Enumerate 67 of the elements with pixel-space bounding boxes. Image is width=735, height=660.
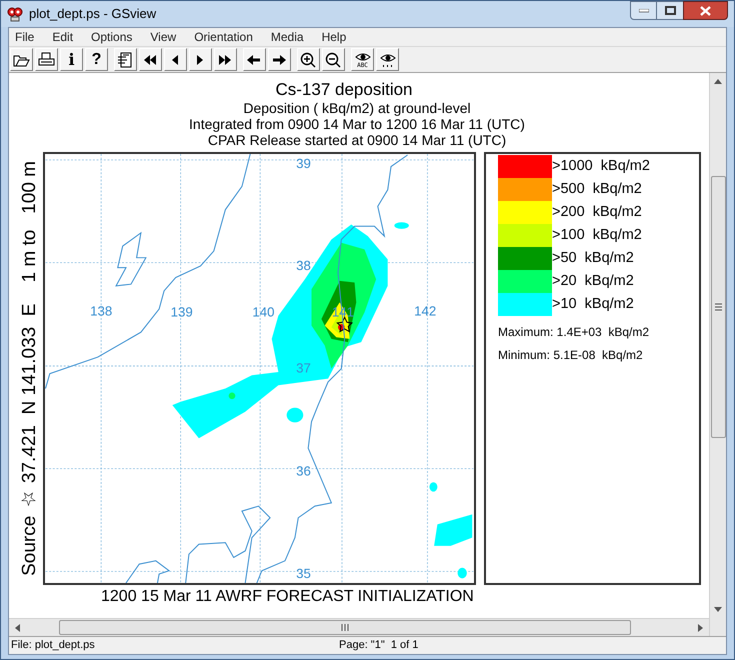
maximize-icon (664, 6, 676, 15)
eye-icon (379, 52, 396, 68)
legend-label: >10 kBq/m2 (552, 294, 634, 314)
grip-icon (714, 303, 722, 311)
legend-label: >1000 kBq/m2 (552, 156, 650, 176)
latitude-label: 36 (296, 463, 311, 478)
menu-item[interactable]: View (148, 28, 178, 46)
last-page-button[interactable] (214, 48, 237, 71)
plot-title: Cs-137 deposition (275, 80, 413, 100)
longitude-label: 138 (90, 303, 112, 318)
back-button[interactable] (243, 48, 266, 71)
printer-icon (38, 52, 55, 68)
menu-item[interactable]: Media (268, 28, 306, 46)
previous-page-button[interactable] (164, 48, 187, 71)
page-icon (117, 52, 134, 68)
maximize-button[interactable] (657, 1, 683, 20)
minimize-button[interactable] (630, 1, 657, 20)
open-button[interactable] (10, 48, 33, 71)
plot-subtitle: CPAR Release started at 0900 14 Mar 11 (UTC) (208, 132, 506, 148)
forward-button[interactable] (268, 48, 291, 71)
legend-label: >500 kBq/m2 (552, 180, 642, 199)
help-button[interactable]: ? (85, 48, 108, 71)
longitude-label: 140 (252, 304, 275, 320)
app-icon (7, 6, 23, 22)
latitude-label: 39 (296, 156, 311, 171)
status-page: Page: "1" 1 of 1 (339, 638, 418, 654)
latitude-label: 35 (296, 566, 311, 582)
menu-item[interactable]: Options (89, 28, 134, 46)
longitude-label: 142 (414, 303, 436, 318)
legend-label: >50 kBq/m2 (552, 248, 634, 268)
axis-label: Source ☆ 37.421 N 141.033 E 1 m to 100 m (19, 161, 41, 576)
menu-item[interactable]: Edit (50, 28, 76, 46)
first-page-button[interactable] (139, 48, 162, 71)
latitude-label: 38 (296, 258, 311, 273)
grip-icon (341, 624, 349, 631)
menu-item[interactable]: Help (320, 28, 348, 46)
plot-footer: 1200 15 Mar 11 AWRF FORECAST INITIALIZATION (101, 588, 474, 606)
menu-item[interactable]: File (13, 28, 36, 46)
minimize-icon (638, 8, 648, 12)
eye-icon (354, 50, 372, 62)
zoom-in-button[interactable] (297, 48, 320, 71)
legend-label: >200 kBq/m2 (552, 202, 642, 222)
latitude-label: 37 (296, 360, 311, 376)
legend-label: >100 kBq/m2 (552, 226, 642, 245)
legend-maximum: Maximum: 1.4E+03 kBq/m2 (498, 324, 650, 341)
zoom-in-icon (300, 52, 317, 68)
window-title: plot_dept.ps - GSview (29, 5, 156, 24)
zoom-out-icon (325, 52, 342, 68)
close-button[interactable] (683, 1, 728, 20)
page-button[interactable] (114, 48, 137, 71)
info-button[interactable]: i (60, 48, 83, 71)
longitude-label: 139 (170, 304, 193, 320)
plot-subtitle: Integrated from 0900 14 Mar to 1200 16 Mar 11 (UTC) (189, 116, 525, 132)
horizontal-scrollbar[interactable] (9, 618, 709, 636)
status-file: File: plot_dept.ps (11, 638, 96, 654)
vertical-scrollbar[interactable] (709, 73, 726, 636)
legend-minimum: Minimum: 5.1E-08 kBq/m2 (498, 347, 644, 364)
scroll-thumb[interactable] (710, 176, 726, 438)
zoom-out-button[interactable] (322, 48, 345, 71)
menu-item[interactable]: Orientation (192, 28, 255, 46)
close-icon (700, 6, 711, 16)
plot-subtitle: Deposition ( kBq/m2) at ground-level (243, 100, 471, 116)
print-button[interactable] (35, 48, 58, 71)
scroll-thumb[interactable] (59, 620, 631, 635)
dots-view-button[interactable] (376, 48, 399, 71)
legend-label: >20 kBq/m2 (552, 272, 634, 291)
next-page-button[interactable] (189, 48, 212, 71)
